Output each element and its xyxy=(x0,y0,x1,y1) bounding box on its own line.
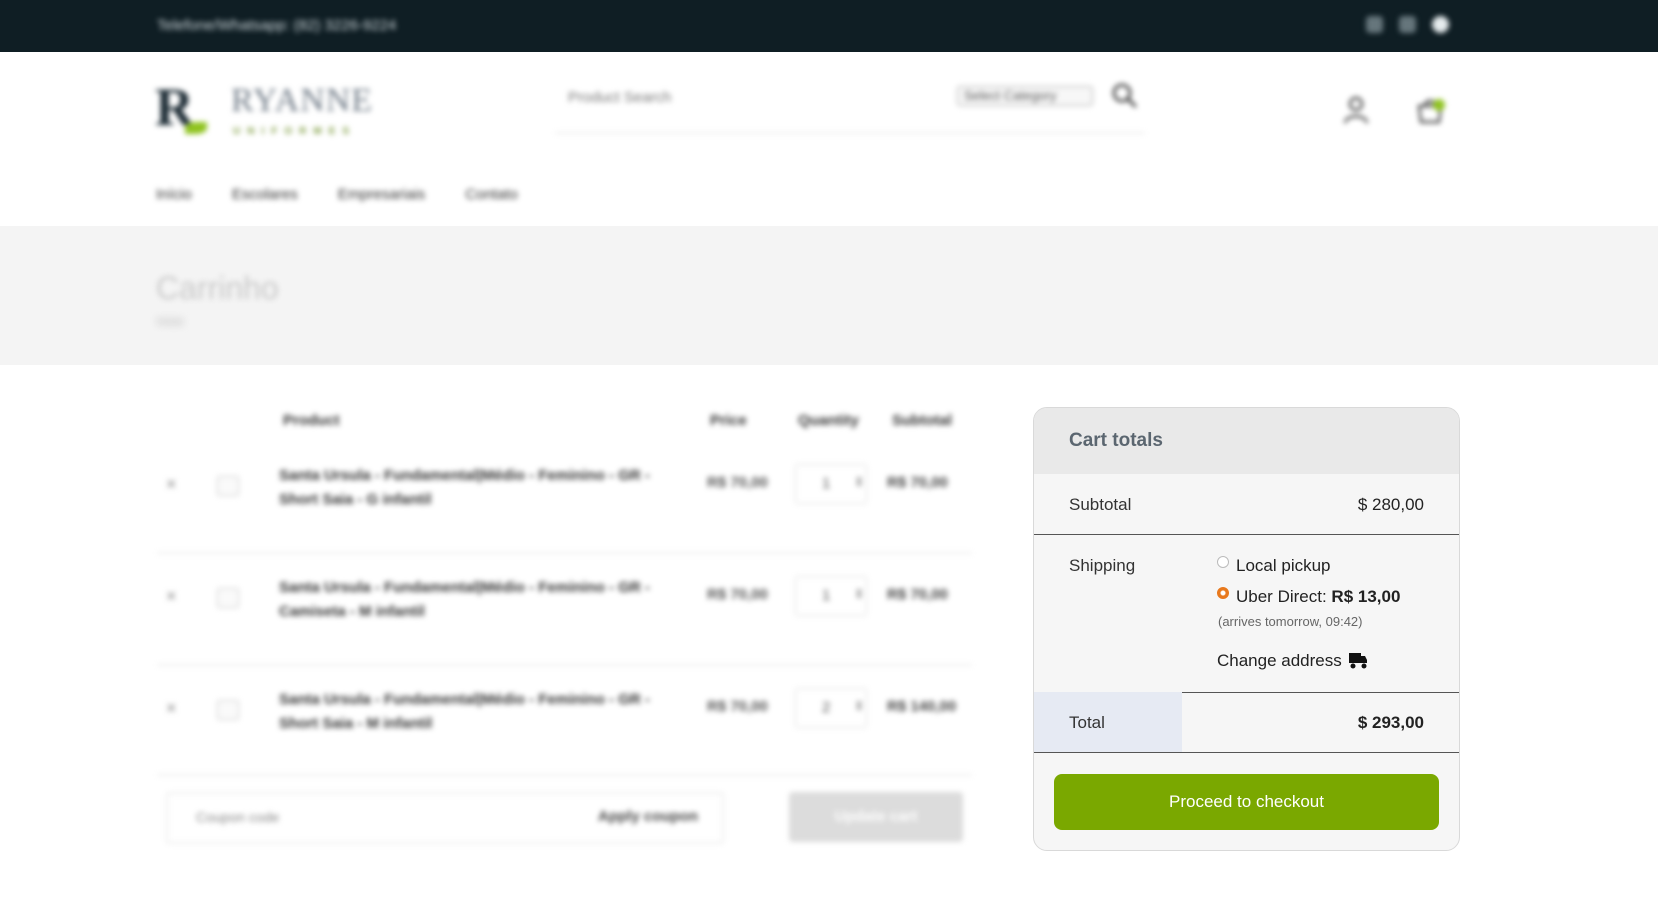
quantity-value: 1 xyxy=(822,587,831,604)
total-label-cell xyxy=(1034,692,1182,752)
subtotal-value: $ 280,00 xyxy=(1357,495,1424,514)
nav-item-inicio[interactable]: Início xyxy=(156,186,192,203)
nav-item-contato[interactable]: Contato xyxy=(465,186,518,203)
column-subtotal: Subtotal xyxy=(892,412,952,429)
divider xyxy=(1034,752,1459,753)
shipping-label: Shipping xyxy=(1069,556,1136,575)
product-search: Product Search Select Category xyxy=(555,76,1145,134)
total-value: $ 293,00 xyxy=(1357,713,1424,732)
local-pickup-radio[interactable] xyxy=(1217,556,1229,568)
row-subtotal: R$ 70,00 xyxy=(887,474,948,491)
nav-item-empresariais[interactable]: Empresariais xyxy=(338,186,426,203)
user-icon[interactable] xyxy=(1343,96,1369,124)
search-icon[interactable] xyxy=(1111,82,1137,108)
coupon-code-input[interactable]: Coupon code xyxy=(196,809,279,825)
coupon-form: Coupon code Apply coupon xyxy=(166,792,724,844)
subtotal-label: Subtotal xyxy=(1069,495,1132,514)
uber-direct-radio[interactable] xyxy=(1217,587,1229,599)
breadcrumb[interactable]: Início xyxy=(157,316,183,328)
quantity-value: 1 xyxy=(822,475,831,492)
arrival-note: (arrives tomorrow, 09:42) xyxy=(1218,614,1363,629)
uber-direct-label: Uber Direct: xyxy=(1236,587,1332,606)
column-product: Product xyxy=(283,412,340,429)
cart-row: × Santa Ursula - Fundamental|Médio - Fem… xyxy=(157,554,972,666)
row-subtotal: R$ 70,00 xyxy=(887,586,948,603)
category-select[interactable]: Select Category xyxy=(957,86,1093,106)
cart-row: × Santa Ursula - Fundamental|Médio - Fem… xyxy=(157,666,972,776)
quantity-stepper[interactable]: 2 ⇕ xyxy=(795,688,867,728)
instagram-icon[interactable] xyxy=(1399,16,1416,33)
remove-item-icon[interactable]: × xyxy=(166,474,177,495)
update-cart-button[interactable]: Update cart xyxy=(789,792,963,842)
local-pickup-label[interactable]: Local pickup xyxy=(1236,556,1331,576)
social-links xyxy=(1366,16,1449,33)
column-quantity: Quantity xyxy=(798,412,859,429)
product-name[interactable]: Santa Ursula - Fundamental|Médio - Femin… xyxy=(279,576,659,624)
logo-wordmark: RYANNE xyxy=(231,82,374,119)
total-label: Total xyxy=(1069,713,1105,732)
site-logo[interactable]: R RYANNE UNIFORMES xyxy=(155,78,372,144)
search-input[interactable]: Product Search xyxy=(568,89,671,106)
stepper-arrows-icon[interactable]: ⇕ xyxy=(854,699,864,713)
cart-totals-panel: Cart totals Subtotal $ 280,00 Shipping L… xyxy=(1033,407,1460,851)
change-address-link[interactable]: Change address xyxy=(1217,651,1342,671)
nav-item-escolares[interactable]: Escolares xyxy=(232,186,298,203)
apply-coupon-button[interactable]: Apply coupon xyxy=(598,808,698,825)
row-subtotal: R$ 140,00 xyxy=(887,698,957,715)
product-price: R$ 70,00 xyxy=(707,586,768,603)
product-name[interactable]: Santa Ursula - Fundamental|Médio - Femin… xyxy=(279,464,659,512)
cart-totals-header: Cart totals xyxy=(1034,408,1459,474)
cart-icon[interactable] xyxy=(1414,94,1446,126)
product-price: R$ 70,00 xyxy=(707,474,768,491)
quantity-stepper[interactable]: 1 ⇕ xyxy=(795,464,867,504)
stepper-arrows-icon[interactable]: ⇕ xyxy=(854,475,864,489)
uber-direct-option[interactable]: Uber Direct: R$ 13,00 xyxy=(1236,587,1400,607)
whatsapp-icon[interactable] xyxy=(1432,16,1449,33)
remove-item-icon[interactable]: × xyxy=(166,698,177,719)
logo-subtitle: UNIFORMES xyxy=(233,126,356,137)
quantity-stepper[interactable]: 1 ⇕ xyxy=(795,576,867,616)
main-nav: Início Escolares Empresariais Contato xyxy=(156,186,518,203)
proceed-to-checkout-button[interactable]: Proceed to checkout xyxy=(1054,774,1439,830)
column-price: Price xyxy=(710,412,747,429)
product-thumbnail[interactable] xyxy=(217,588,239,608)
cart-table-header: Product Price Quantity Subtotal xyxy=(157,412,972,432)
page-title: Carrinho xyxy=(156,270,279,306)
facebook-icon[interactable] xyxy=(1366,16,1383,33)
product-thumbnail[interactable] xyxy=(217,476,239,496)
stepper-arrows-icon[interactable]: ⇕ xyxy=(854,587,864,601)
uber-direct-price: R$ 13,00 xyxy=(1331,587,1401,606)
product-name[interactable]: Santa Ursula - Fundamental|Médio - Femin… xyxy=(279,688,659,736)
page-title-band: Carrinho Início xyxy=(0,226,1658,365)
quantity-value: 2 xyxy=(822,699,831,716)
divider xyxy=(1034,534,1459,535)
cart-row: × Santa Ursula - Fundamental|Médio - Fem… xyxy=(157,442,972,554)
remove-item-icon[interactable]: × xyxy=(166,586,177,607)
phone-text: Telefone/Whatsapp: (82) 3226-9224 xyxy=(157,17,397,34)
cart-totals-title: Cart totals xyxy=(1069,430,1163,451)
logo-leaf-icon xyxy=(185,122,207,134)
product-thumbnail[interactable] xyxy=(217,700,239,720)
truck-icon[interactable] xyxy=(1348,652,1368,670)
product-price: R$ 70,00 xyxy=(707,698,768,715)
top-bar: Telefone/Whatsapp: (82) 3226-9224 xyxy=(0,0,1658,52)
